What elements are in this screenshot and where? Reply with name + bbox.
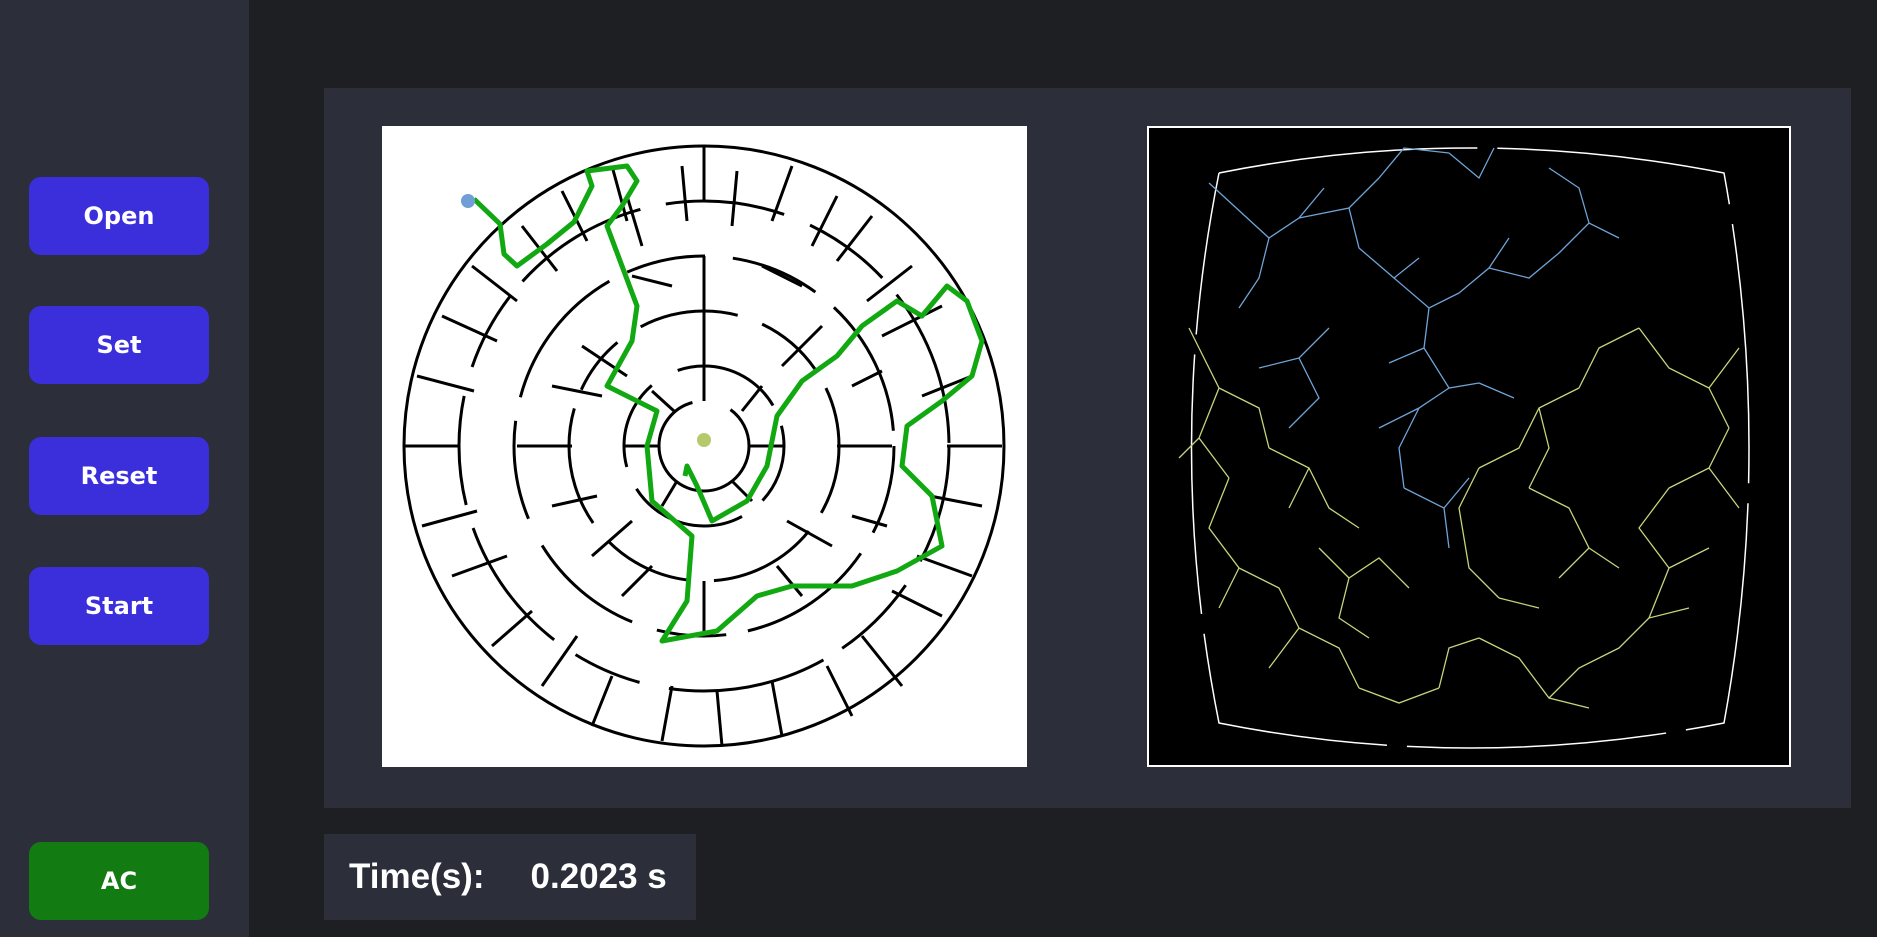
reset-button[interactable]: Reset	[29, 437, 209, 515]
start-point-icon	[461, 194, 475, 208]
search-tree-svg	[1178, 147, 1750, 749]
open-button[interactable]: Open	[29, 177, 209, 255]
time-label: Time(s):	[349, 857, 485, 896]
maze-image[interactable]	[382, 126, 1027, 767]
tree-branches-yellow	[1178, 327, 1740, 709]
sidebar: Open Set Reset Start AC	[0, 0, 249, 937]
start-button[interactable]: Start	[29, 567, 209, 645]
maze-svg	[402, 144, 1006, 748]
tree-branches-blue	[1208, 147, 1620, 549]
time-display: Time(s): 0.2023 s	[324, 834, 696, 920]
search-tree-image[interactable]	[1147, 126, 1791, 767]
ac-button[interactable]: AC	[29, 842, 209, 920]
set-button[interactable]: Set	[29, 306, 209, 384]
solution-path	[472, 163, 985, 644]
time-value: 0.2023 s	[530, 857, 667, 896]
goal-point-icon	[697, 433, 711, 447]
tree-boundary	[1190, 147, 1750, 749]
